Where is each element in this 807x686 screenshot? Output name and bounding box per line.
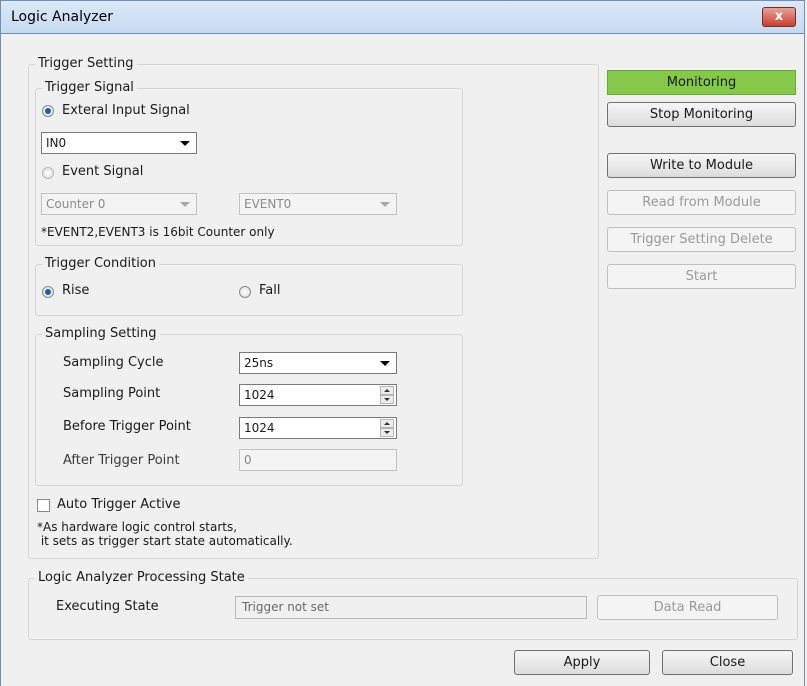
sampling-setting-label: Sampling Setting: [42, 326, 160, 342]
processing-state-label: Logic Analyzer Processing State: [35, 570, 248, 586]
after-trigger-value: 0: [244, 453, 252, 467]
executing-state-field: Trigger not set: [235, 596, 587, 619]
event-value: EVENT0: [244, 197, 292, 211]
chevron-down-icon: [180, 141, 190, 146]
sampling-cycle-value: 25ns: [244, 356, 274, 370]
stop-monitoring-button[interactable]: Stop Monitoring: [607, 102, 796, 127]
trigger-signal-label: Trigger Signal: [42, 80, 137, 96]
auto-trigger-checkbox[interactable]: [37, 499, 50, 512]
sampling-cycle-select[interactable]: 25ns: [239, 352, 397, 374]
before-trigger-stepper[interactable]: 1024: [239, 417, 397, 439]
before-trigger-label: Before Trigger Point: [63, 419, 191, 434]
auto-trigger-note-1: *As hardware logic control starts,: [37, 520, 238, 534]
sampling-point-value: 1024: [244, 388, 275, 402]
event-signal-radio[interactable]: [42, 167, 54, 179]
external-input-radio[interactable]: [42, 105, 54, 117]
executing-state-label: Executing State: [56, 599, 159, 614]
trigger-setting-delete-button[interactable]: Trigger Setting Delete: [607, 227, 796, 252]
before-trigger-value: 1024: [244, 421, 275, 435]
spin-up-icon[interactable]: [380, 386, 394, 395]
sampling-point-stepper[interactable]: 1024: [239, 384, 397, 406]
trigger-setting-label: Trigger Setting: [35, 56, 137, 72]
event-counter-note: *EVENT2,EVENT3 is 16bit Counter only: [41, 225, 275, 239]
rise-label: Rise: [62, 283, 90, 298]
spin-down-icon[interactable]: [380, 428, 394, 437]
chevron-down-icon: [180, 202, 190, 207]
chevron-down-icon: [380, 202, 390, 207]
after-trigger-label: After Trigger Point: [63, 453, 180, 468]
counter-select[interactable]: Counter 0: [41, 193, 197, 215]
external-input-select[interactable]: IN0: [41, 132, 197, 154]
fall-radio[interactable]: [239, 286, 251, 298]
event-signal-label: Event Signal: [62, 164, 144, 179]
monitoring-status-badge: Monitoring: [607, 70, 796, 95]
sampling-point-label: Sampling Point: [63, 386, 161, 401]
auto-trigger-note-2: it sets as trigger start state automatic…: [37, 534, 293, 548]
close-icon: x: [774, 9, 784, 24]
sampling-cycle-label: Sampling Cycle: [63, 355, 164, 370]
after-trigger-field: 0: [239, 449, 397, 471]
dialog-body: Trigger Setting Trigger Signal Exteral I…: [0, 34, 805, 686]
data-read-button[interactable]: Data Read: [597, 595, 778, 620]
title-bar: Logic Analyzer x: [0, 0, 805, 34]
external-input-label: Exteral Input Signal: [62, 103, 190, 118]
apply-button[interactable]: Apply: [514, 650, 650, 675]
trigger-condition-label: Trigger Condition: [42, 256, 160, 272]
chevron-down-icon: [380, 361, 390, 366]
read-from-module-button[interactable]: Read from Module: [607, 190, 796, 215]
auto-trigger-label: Auto Trigger Active: [57, 497, 181, 512]
close-window-button[interactable]: x: [762, 7, 796, 27]
start-button[interactable]: Start: [607, 264, 796, 289]
close-button[interactable]: Close: [662, 650, 793, 675]
fall-label: Fall: [259, 283, 281, 298]
window-title: Logic Analyzer: [11, 9, 113, 25]
rise-radio[interactable]: [42, 286, 54, 298]
external-input-value: IN0: [46, 136, 67, 150]
counter-value: Counter 0: [46, 197, 106, 211]
spin-down-icon[interactable]: [380, 395, 394, 404]
spin-up-icon[interactable]: [380, 419, 394, 428]
event-select[interactable]: EVENT0: [239, 193, 397, 215]
write-to-module-button[interactable]: Write to Module: [607, 153, 796, 178]
